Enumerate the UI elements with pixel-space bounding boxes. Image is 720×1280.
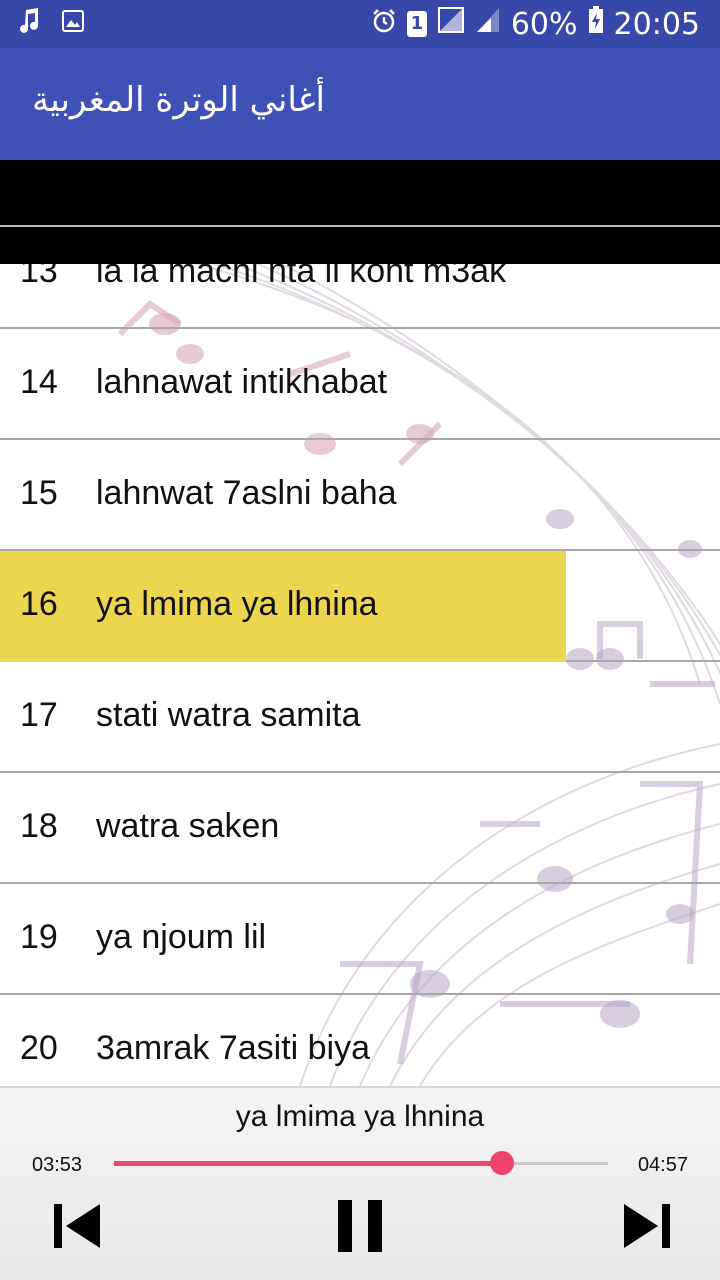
list-item[interactable]: 15 lahnwat 7aslni baha [0, 440, 720, 551]
total-time: 04:57 [637, 1154, 688, 1176]
skip-next-icon [624, 1204, 670, 1248]
ad-banner[interactable] [0, 160, 720, 264]
banner-divider [0, 225, 720, 227]
song-title: la la machi nta li kont m3ak [96, 264, 507, 290]
image-icon [62, 10, 84, 36]
song-number: 15 [20, 474, 58, 512]
alarm-icon [371, 7, 397, 42]
music-note-icon [18, 8, 40, 38]
song-title: lahnwat 7aslni baha [96, 474, 397, 512]
list-item[interactable]: 16 ya lmima ya lhnina [0, 551, 720, 662]
song-number: 20 [20, 1029, 58, 1067]
song-title: ya lmima ya lhnina [96, 585, 378, 623]
song-title: stati watra samita [96, 696, 361, 734]
song-title: watra saken [96, 807, 280, 845]
song-number: 16 [20, 585, 58, 623]
song-number: 18 [20, 807, 58, 845]
signal-icon [475, 6, 501, 42]
status-bar: 1 60% 20:05 [0, 0, 720, 48]
now-playing-title: ya lmima ya lhnina [235, 1100, 485, 1133]
list-item[interactable]: 13 la la machi nta li kont m3ak [0, 264, 720, 329]
list-item[interactable]: 19 ya njoum lil [0, 884, 720, 995]
song-number: 13 [20, 264, 58, 290]
song-title: 3amrak 7asiti biya [96, 1029, 371, 1067]
current-time: 03:53 [32, 1154, 83, 1176]
no-signal-icon [437, 6, 465, 42]
battery-percent: 60% [510, 6, 578, 42]
player-bar: ya lmima ya lhnina 03:53 04:57 [0, 1086, 720, 1280]
song-number: 14 [20, 363, 58, 401]
sim-badge: 1 [406, 11, 427, 37]
pause-button[interactable] [334, 1198, 386, 1254]
seek-thumb[interactable] [489, 1151, 514, 1175]
seek-bar[interactable] [114, 1151, 608, 1175]
song-number: 19 [20, 918, 58, 956]
song-rows: 13 la la machi nta li kont m3ak 14 lahnawat… [0, 264, 720, 1086]
song-list[interactable]: 13 la la machi nta li kont m3ak 14 lahnawat… [0, 264, 720, 1086]
list-item[interactable]: 17 stati watra samita [0, 662, 720, 773]
app-bar: أغاني الوترة المغربية [0, 48, 720, 160]
song-title: ya njoum lil [96, 918, 267, 956]
next-button[interactable] [620, 1198, 672, 1254]
list-item[interactable]: 14 lahnawat intikhabat [0, 329, 720, 440]
song-number: 17 [20, 696, 58, 734]
list-item[interactable]: 18 watra saken [0, 773, 720, 884]
skip-previous-icon [54, 1204, 100, 1248]
battery-charging-icon [588, 6, 604, 42]
seek-progress [114, 1161, 502, 1166]
pause-icon [338, 1200, 382, 1252]
clock: 20:05 [613, 6, 700, 42]
song-title: lahnawat intikhabat [96, 363, 388, 401]
list-item[interactable]: 20 3amrak 7asiti biya [0, 995, 720, 1086]
app-title: أغاني الوترة المغربية [32, 80, 325, 120]
previous-button[interactable] [52, 1198, 104, 1254]
